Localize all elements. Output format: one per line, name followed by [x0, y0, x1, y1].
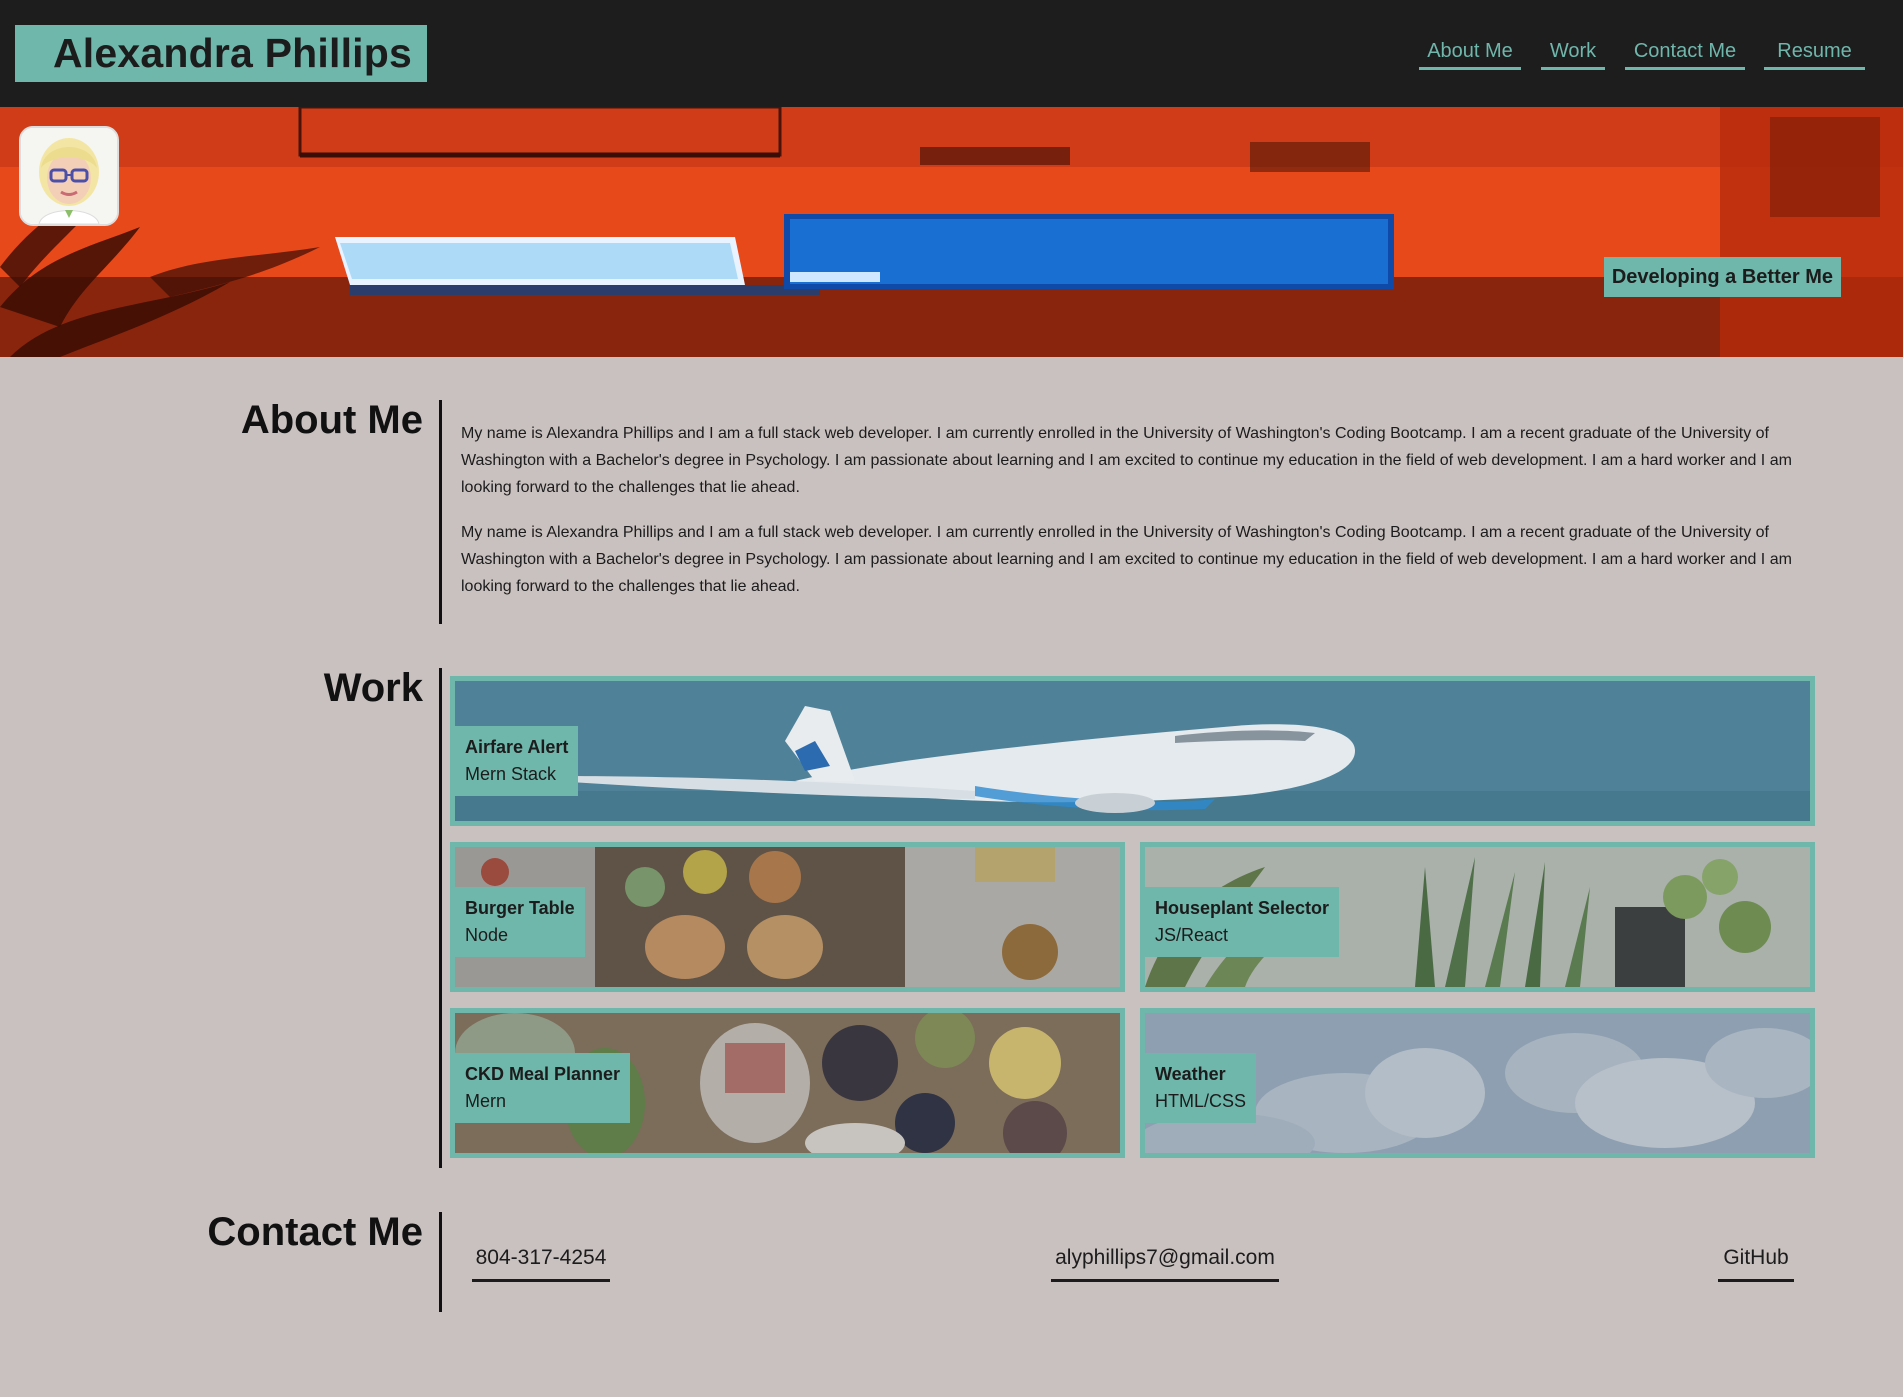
project-label: Houseplant Selector JS/React [1145, 887, 1340, 957]
project-label: Airfare Alert Mern Stack [455, 726, 579, 796]
contact-divider [439, 1212, 442, 1312]
about-text: My name is Alexandra Phillips and I am a… [461, 420, 1801, 618]
project-title: CKD Meal Planner [465, 1064, 621, 1084]
work-divider [439, 668, 442, 1168]
project-card-ckd-meal-planner[interactable]: CKD Meal Planner Mern [450, 1008, 1125, 1158]
phone-link[interactable]: 804-317-4254 [472, 1246, 610, 1282]
project-title: Airfare Alert [465, 737, 569, 757]
site-title: Alexandra Phillips [15, 25, 427, 82]
project-card-houseplant-selector[interactable]: Houseplant Selector JS/React [1140, 842, 1815, 992]
project-label: CKD Meal Planner Mern [455, 1053, 631, 1123]
nav-about-me[interactable]: About Me [1419, 40, 1521, 70]
about-paragraph: My name is Alexandra Phillips and I am a… [461, 425, 1792, 496]
github-link[interactable]: GitHub [1718, 1246, 1794, 1282]
hero-tagline: Developing a Better Me [1603, 257, 1841, 297]
top-bar: Alexandra Phillips About Me Work Contact… [0, 0, 1903, 107]
project-card-burger-table[interactable]: Burger Table Node [450, 842, 1125, 992]
project-stack: Mern [465, 1091, 507, 1111]
avatar [19, 126, 119, 226]
airplane-image [455, 681, 1810, 821]
project-card-weather[interactable]: Weather HTML/CSS [1140, 1008, 1815, 1158]
project-stack: JS/React [1155, 925, 1229, 945]
email-link[interactable]: alyphillips7@gmail.com [1051, 1246, 1279, 1282]
project-title: Burger Table [465, 898, 575, 918]
work-heading: Work [323, 666, 423, 710]
project-title: Weather [1155, 1064, 1226, 1084]
project-stack: Mern Stack [465, 764, 557, 784]
project-stack: HTML/CSS [1155, 1091, 1247, 1111]
project-stack: Node [465, 925, 509, 945]
nav-contact-me[interactable]: Contact Me [1625, 40, 1745, 70]
contact-heading: Contact Me [207, 1210, 423, 1254]
about-divider [439, 400, 442, 624]
project-card-airfare-alert[interactable]: Airfare Alert Mern Stack [450, 676, 1815, 826]
hero-desk-image [0, 107, 1903, 357]
project-label: Burger Table Node [455, 887, 585, 957]
about-heading: About Me [240, 398, 423, 442]
about-paragraph: My name is Alexandra Phillips and I am a… [461, 524, 1792, 595]
project-label: Weather HTML/CSS [1145, 1053, 1257, 1123]
project-title: Houseplant Selector [1155, 898, 1330, 918]
hero-banner: Developing a Better Me [0, 107, 1903, 357]
nav-work[interactable]: Work [1541, 40, 1605, 70]
avatar-image [21, 128, 117, 224]
nav-resume[interactable]: Resume [1764, 40, 1865, 70]
